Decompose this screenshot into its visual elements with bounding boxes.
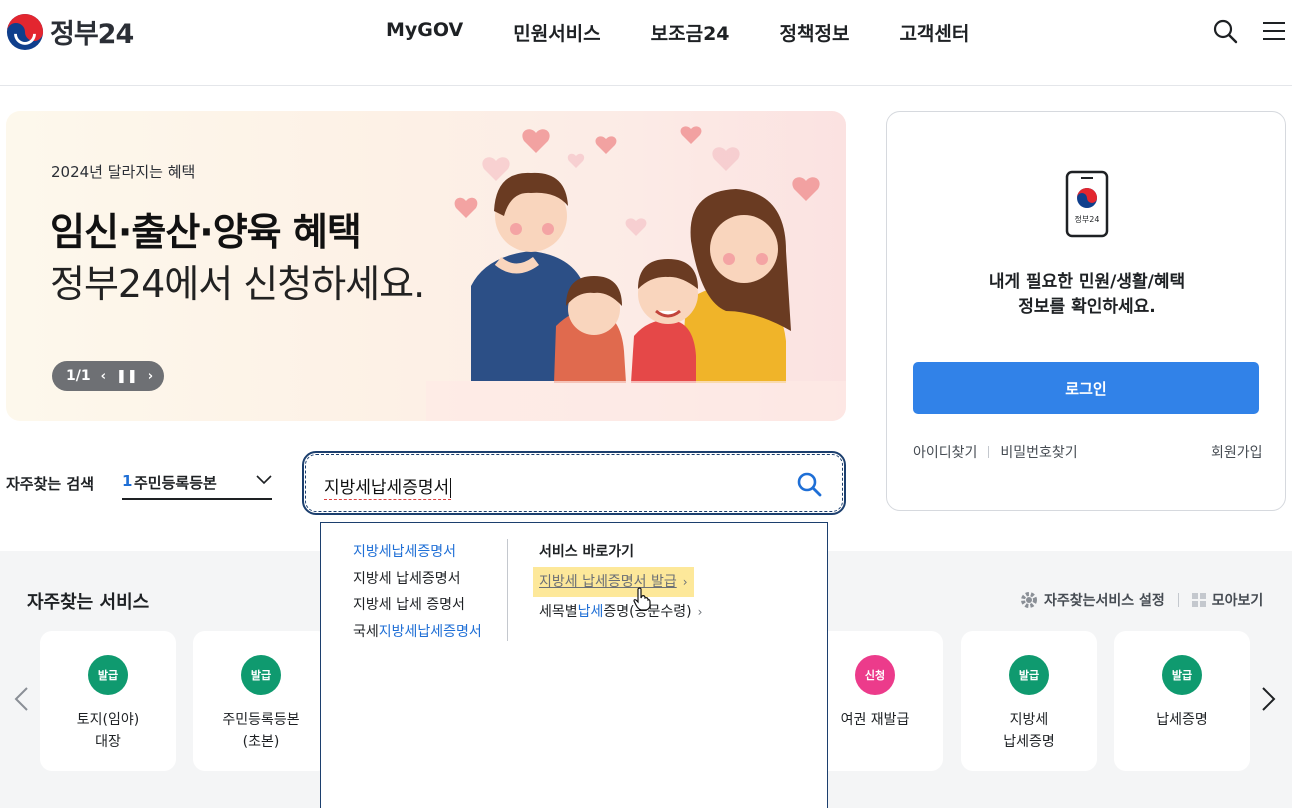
issue-badge: 발급 bbox=[1162, 655, 1202, 695]
suggestion-item[interactable]: 지방세 납세 증명서 bbox=[353, 592, 482, 619]
hand-pointer-icon bbox=[633, 587, 651, 611]
banner-title: 임신·출산·양육 혜택 bbox=[50, 210, 362, 254]
view-all-button[interactable]: 모아보기 bbox=[1191, 590, 1264, 610]
banner-subtitle: 2024년 달라지는 혜택 bbox=[51, 163, 196, 181]
join-link[interactable]: 회원가입 bbox=[1211, 442, 1263, 462]
account-links: 아이디찾기 비밀번호찾기 bbox=[913, 442, 1078, 462]
banner-pager: 1/1 ‹ ❚❚ › bbox=[52, 361, 164, 391]
service-card-land-register[interactable]: 발급 토지(임야) 대장 bbox=[40, 631, 176, 771]
frequent-services-title: 자주찾는 서비스 bbox=[27, 592, 150, 613]
search-autocomplete-dropdown: 지방세납세증명서 지방세 납세증명서 지방세 납세 증명서 국세지방세납세증명서… bbox=[320, 522, 828, 808]
search-input[interactable]: 지방세납세증명서 bbox=[324, 473, 452, 500]
hamburger-menu-icon[interactable] bbox=[1262, 20, 1286, 42]
issue-badge: 발급 bbox=[241, 655, 281, 695]
chevron-left-icon[interactable] bbox=[12, 686, 30, 712]
frequent-search-rank: 1 bbox=[122, 472, 133, 490]
chevron-right-icon: › bbox=[697, 605, 703, 619]
search-query: 지방세납세증명서 bbox=[324, 478, 450, 498]
login-message: 내게 필요한 민원/생활/혜택 정보를 확인하세요. bbox=[887, 270, 1287, 320]
taegeuk-logo-icon bbox=[6, 13, 44, 50]
service-card-label: 토지(임야) 대장 bbox=[76, 712, 140, 750]
banner-title-sub: 정부24에서 신청하세요. bbox=[50, 262, 425, 306]
login-message-line1: 내게 필요한 민원/생활/혜택 bbox=[988, 272, 1186, 292]
family-illustration bbox=[426, 126, 846, 421]
next-slide-icon[interactable]: › bbox=[148, 369, 153, 384]
frequent-search-value: 주민등록등본 bbox=[134, 474, 217, 492]
apply-badge: 신청 bbox=[855, 655, 895, 695]
main-banner[interactable]: 2024년 달라지는 혜택 임신·출산·양육 혜택 정부24에서 신청하세요. bbox=[6, 111, 846, 421]
service-card-tax-certificate[interactable]: 발급 납세증명 bbox=[1114, 631, 1250, 771]
service-card-local-tax-certificate[interactable]: 발급 지방세 납세증명 bbox=[961, 631, 1097, 771]
pager-count: 1/1 bbox=[66, 368, 91, 384]
suggestion-item[interactable]: 지방세 납세증명서 bbox=[353, 566, 482, 593]
find-password-link[interactable]: 비밀번호찾기 bbox=[1000, 442, 1077, 462]
nav-customer-center[interactable]: 고객센터 bbox=[899, 19, 969, 46]
search-icon[interactable] bbox=[1212, 18, 1238, 44]
prev-slide-icon[interactable]: ‹ bbox=[101, 369, 106, 384]
suggestion-item[interactable]: 국세지방세납세증명서 bbox=[353, 619, 482, 646]
nav-mygov[interactable]: MyGOV bbox=[386, 19, 463, 46]
find-id-link[interactable]: 아이디찾기 bbox=[913, 442, 977, 462]
frequent-search-label: 자주찾는 검색 bbox=[6, 475, 95, 493]
nav-policy-info[interactable]: 정책정보 bbox=[780, 19, 850, 46]
nav-subsidy24[interactable]: 보조금24 bbox=[651, 19, 730, 46]
login-button[interactable]: 로그인 bbox=[913, 362, 1259, 414]
text-caret bbox=[450, 478, 452, 498]
divider bbox=[1177, 593, 1179, 607]
shortcut-local-tax-certificate-issue[interactable]: 지방세 납세증명서 발급 › bbox=[533, 567, 694, 597]
shortcut-tax-certificate-by-item[interactable]: 세목별납세증명(공문수령) › bbox=[539, 599, 702, 625]
service-card-label: 주민등록등본 (초본) bbox=[222, 712, 300, 750]
services-options: 자주찾는서비스 설정 모아보기 bbox=[1020, 590, 1263, 610]
service-shortcuts: 서비스 바로가기 지방세 납세증명서 발급 › 세목별납세증명(공문수령) › bbox=[533, 539, 702, 625]
service-card-label: 여권 재발급 bbox=[840, 712, 910, 728]
issue-badge: 발급 bbox=[88, 655, 128, 695]
pause-icon[interactable]: ❚❚ bbox=[116, 369, 138, 384]
chevron-right-icon: › bbox=[682, 575, 688, 589]
chevron-right-icon[interactable] bbox=[1260, 686, 1278, 712]
site-header: 정부24 MyGOV 민원서비스 보조금24 정책정보 고객센터 bbox=[0, 0, 1292, 86]
login-card: 정부24 내게 필요한 민원/생활/혜택 정보를 확인하세요. 로그인 아이디찾… bbox=[886, 111, 1286, 511]
mobile-app-label: 정부24 bbox=[1075, 214, 1100, 224]
chevron-down-icon bbox=[256, 475, 272, 485]
services-settings-button[interactable]: 자주찾는서비스 설정 bbox=[1020, 590, 1165, 610]
gear-icon bbox=[1021, 592, 1037, 608]
view-all-label: 모아보기 bbox=[1211, 593, 1264, 609]
search-submit-icon[interactable] bbox=[796, 471, 822, 497]
grid-icon bbox=[1191, 593, 1206, 607]
service-card-label: 지방세 납세증명 bbox=[1003, 712, 1055, 750]
site-logo[interactable]: 정부24 bbox=[6, 12, 134, 51]
services-settings-label: 자주찾는서비스 설정 bbox=[1044, 593, 1165, 609]
dropdown-divider bbox=[507, 539, 508, 641]
mobile-app-icon: 정부24 bbox=[1065, 170, 1109, 238]
suggestion-item[interactable]: 지방세납세증명서 bbox=[353, 539, 482, 566]
login-message-line2: 정보를 확인하세요. bbox=[1018, 297, 1156, 317]
divider bbox=[988, 446, 990, 458]
search-box[interactable]: 지방세납세증명서 bbox=[302, 451, 846, 515]
service-shortcuts-title: 서비스 바로가기 bbox=[539, 544, 635, 560]
service-card-resident-register[interactable]: 발급 주민등록등본 (초본) bbox=[193, 631, 329, 771]
service-card-label: 납세증명 bbox=[1156, 712, 1208, 728]
suggestion-list: 지방세납세증명서 지방세 납세증명서 지방세 납세 증명서 국세지방세납세증명서 bbox=[353, 539, 482, 645]
logo-text: 정부24 bbox=[50, 19, 134, 50]
issue-badge: 발급 bbox=[1009, 655, 1049, 695]
nav-civil-service[interactable]: 민원서비스 bbox=[513, 19, 600, 46]
frequent-search-select[interactable]: 1 주민등록등본 bbox=[122, 466, 272, 500]
main-navigation: MyGOV 민원서비스 보조금24 정책정보 고객센터 bbox=[386, 19, 1019, 46]
